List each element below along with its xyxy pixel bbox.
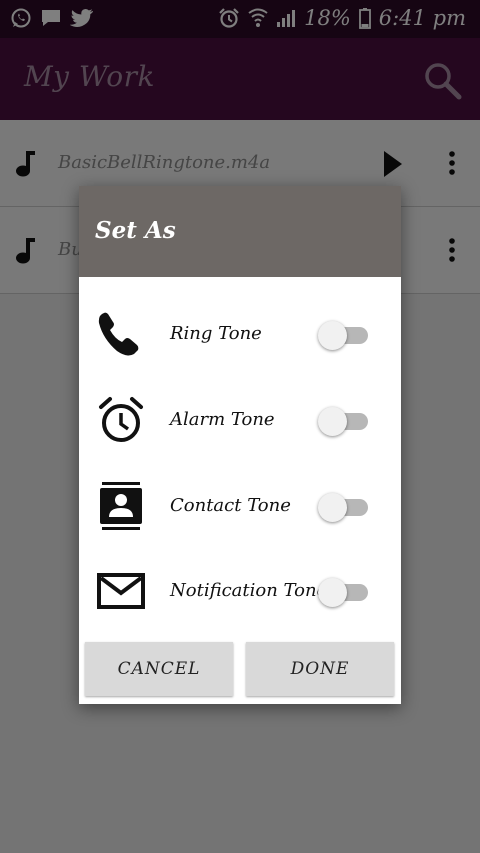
option-ring-tone: Ring Tone — [79, 299, 401, 369]
toggle-thumb — [318, 578, 347, 607]
mail-icon — [97, 573, 145, 609]
contact-tone-toggle[interactable] — [318, 493, 370, 522]
notification-tone-toggle[interactable] — [318, 578, 370, 607]
done-button[interactable]: DONE — [246, 642, 394, 696]
alarm-clock-icon — [99, 397, 143, 442]
phone-icon — [98, 312, 139, 356]
cancel-button[interactable]: CANCEL — [85, 642, 233, 696]
option-notification-tone: Notification Tone — [79, 556, 401, 626]
dialog-header: Set As — [79, 186, 401, 277]
toggle-thumb — [318, 407, 347, 436]
contact-icon — [100, 482, 142, 530]
option-alarm-tone: Alarm Tone — [79, 385, 401, 455]
toggle-thumb — [318, 321, 347, 350]
ring-tone-toggle[interactable] — [318, 321, 370, 350]
option-label: Ring Tone — [170, 323, 262, 344]
option-label: Contact Tone — [170, 495, 291, 516]
alarm-tone-toggle[interactable] — [318, 407, 370, 436]
set-as-dialog: Set As Ring Tone Alarm Tone Contact Tone… — [79, 186, 401, 704]
dialog-title: Set As — [95, 217, 176, 244]
option-label: Notification Tone — [170, 580, 328, 601]
toggle-thumb — [318, 493, 347, 522]
option-label: Alarm Tone — [170, 409, 275, 430]
option-contact-tone: Contact Tone — [79, 471, 401, 541]
